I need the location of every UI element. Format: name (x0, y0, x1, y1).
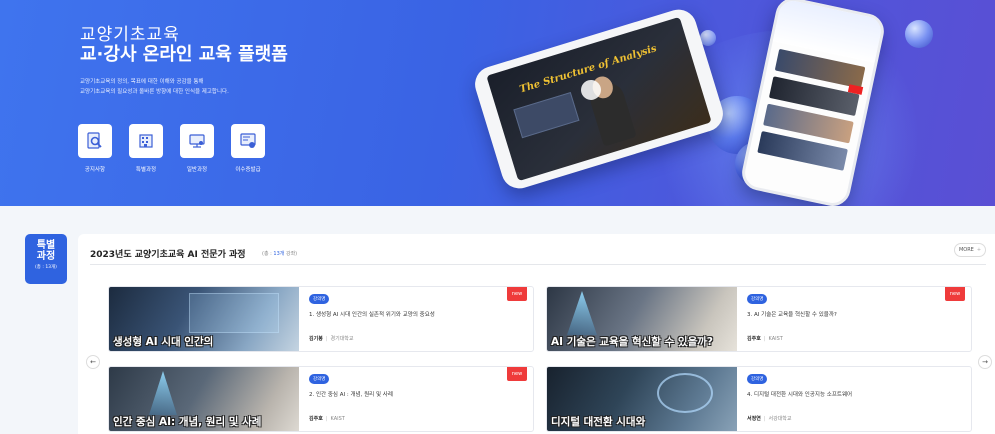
thumbnail-label: 인간 중심 AI: 개념, 원리 및 사례 (113, 416, 262, 428)
hero-title-line2: 교·강사 온라인 교육 플랫폼 (80, 44, 288, 65)
author-affiliation: KAIST (768, 336, 783, 342)
author-name: 김기봉 (309, 336, 323, 342)
arrow-left-icon[interactable]: ← (86, 355, 100, 369)
quick-menu: 공지사항 특별과정 일반과정 이수증발급 (78, 124, 265, 173)
course-card[interactable]: 디지털 대전환 시대와 강의명 4. 디지털 대전환 시대와 인공지능 소프트웨… (546, 366, 972, 432)
course-tag: 강의명 (309, 374, 330, 384)
author-affiliation: 경기대학교 (330, 336, 354, 342)
certificate-icon (231, 124, 265, 158)
more-button[interactable]: MORE + (954, 243, 986, 257)
course-card[interactable]: 인간 중심 AI: 개념, 원리 및 사례 강의명 2. 인간 중심 AI : … (108, 366, 534, 432)
hero-description: 교양기초교육의 정의, 목표에 대한 이해와 공감을 통해 교양기초교육의 필요… (80, 77, 340, 97)
magnifier-document-icon (78, 124, 112, 158)
course-author: 김주호 | KAIST (309, 416, 345, 422)
course-card[interactable]: AI 기술은 교육을 혁신할 수 있을까? 강의명 3. AI 기술은 교육을 … (546, 286, 972, 352)
author-name: 김주호 (747, 336, 761, 342)
thumb-screen (189, 293, 279, 333)
course-thumbnail: 디지털 대전환 시대와 (547, 367, 737, 431)
section-side-badge: 특별 과정 (총 : 13개) (25, 234, 67, 284)
arrow-right-icon[interactable]: → (978, 355, 992, 369)
side-badge-count: (총 : 13개) (35, 265, 57, 270)
new-badge: new (945, 287, 965, 301)
new-badge: new (507, 367, 527, 381)
decor-sphere (905, 20, 933, 48)
subtitle-suffix: 강좌) (284, 251, 298, 257)
thumb-ring (657, 373, 713, 413)
thumb-hologram (567, 291, 597, 335)
quick-menu-certificate[interactable]: 이수증발급 (231, 124, 265, 173)
thumbnail-label: 디지털 대전환 시대와 (551, 416, 646, 428)
quick-menu-notice[interactable]: 공지사항 (78, 124, 112, 173)
monitor-person-icon (180, 124, 214, 158)
divider (90, 264, 986, 265)
building-icon (129, 124, 163, 158)
course-title: 2. 인간 중심 AI : 개념, 원리 및 사례 (309, 392, 393, 398)
subtitle-count: 13개 (273, 251, 285, 257)
plus-icon: + (976, 247, 982, 253)
course-thumbnail: 생성형 AI 시대 인간의 (109, 287, 299, 351)
thumbnail-label: 생성형 AI 시대 인간의 (113, 336, 214, 348)
course-tag: 강의명 (747, 294, 768, 304)
quick-menu-general-label: 일반과정 (186, 167, 208, 173)
author-name: 김주호 (309, 416, 323, 422)
section-subtitle: (총 : 13개 강좌) (262, 250, 297, 257)
tablet-slide-thumb (513, 91, 580, 139)
course-author: 김주호 | KAIST (747, 336, 783, 342)
course-author: 서정연 | 서강대학교 (747, 416, 792, 422)
course-card[interactable]: 생성형 AI 시대 인간의 강의명 1. 생성형 AI 시대 인간의 실존적 위… (108, 286, 534, 352)
thumbnail-label: AI 기술은 교육을 혁신할 수 있을까? (551, 336, 713, 348)
course-tag: 강의명 (747, 374, 768, 384)
author-name: 서정연 (747, 416, 761, 422)
course-title: 1. 생성형 AI 시대 인간의 실존적 위기와 교양의 중요성 (309, 312, 435, 318)
hero-desc-line2: 교양기초교육의 필요성과 올바른 방향에 대한 인식을 제고합니다. (80, 89, 229, 95)
quick-menu-notice-label: 공지사항 (84, 167, 106, 173)
quick-menu-special[interactable]: 특별과정 (129, 124, 163, 173)
thumb-hologram (149, 371, 177, 415)
author-affiliation: KAIST (330, 416, 345, 422)
new-badge: new (507, 287, 527, 301)
course-thumbnail: 인간 중심 AI: 개념, 원리 및 사례 (109, 367, 299, 431)
hero-desc-line1: 교양기초교육의 정의, 목표에 대한 이해와 공감을 통해 (80, 79, 204, 85)
side-badge-line2: 과정 (36, 251, 56, 262)
quick-menu-certificate-label: 이수증발급 (235, 167, 261, 173)
more-label: MORE (958, 247, 974, 253)
side-badge-line1: 특별 (36, 240, 56, 251)
quick-menu-general[interactable]: 일반과정 (180, 124, 214, 173)
course-author: 김기봉 | 경기대학교 (309, 336, 354, 342)
course-title: 3. AI 기술은 교육을 혁신할 수 있을까? (747, 312, 837, 318)
hero-banner: 교양기초교육 교·강사 온라인 교육 플랫폼 교양기초교육의 정의, 목표에 대… (0, 0, 995, 206)
author-affiliation: 서강대학교 (768, 416, 792, 422)
course-thumbnail: AI 기술은 교육을 혁신할 수 있을까? (547, 287, 737, 351)
subtitle-prefix: (총 : (262, 251, 274, 257)
course-title: 4. 디지털 대전환 시대와 인공지능 소프트웨어 (747, 392, 853, 398)
section-title: 2023년도 교양기초교육 AI 전문가 과정 (90, 250, 246, 260)
quick-menu-special-label: 특별과정 (135, 167, 157, 173)
course-tag: 강의명 (309, 294, 330, 304)
